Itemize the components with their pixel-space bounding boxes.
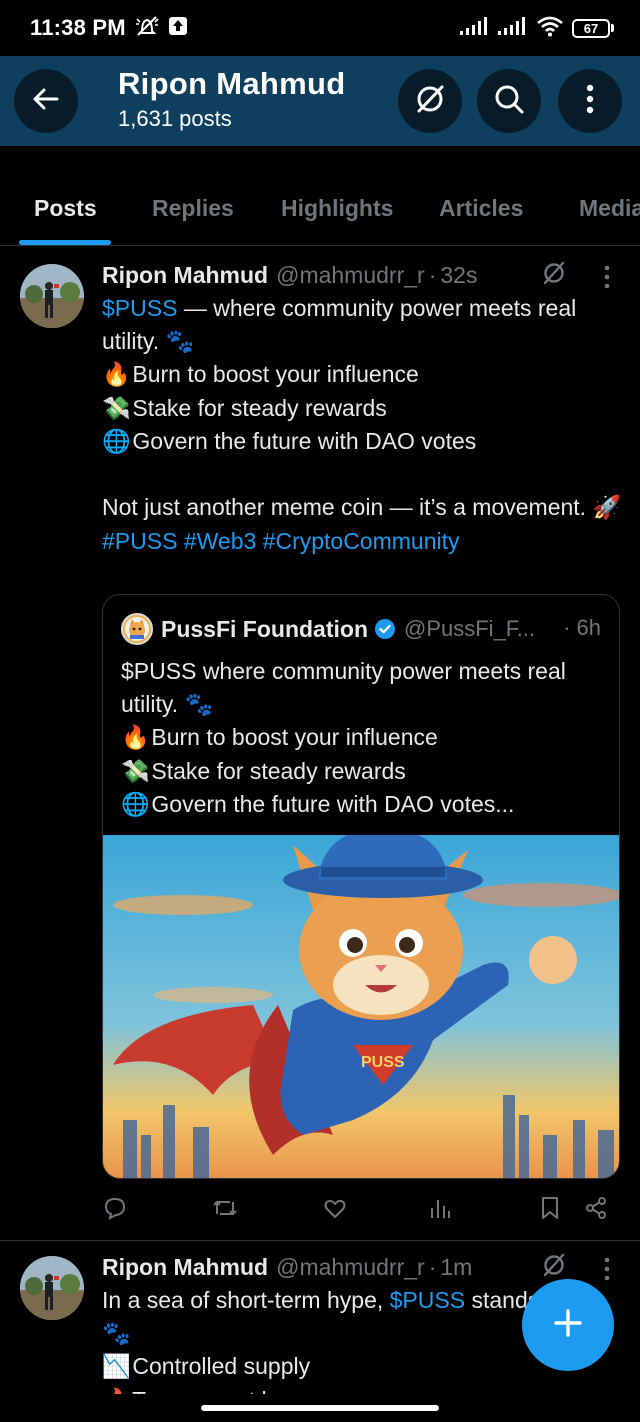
wifi-icon: [536, 15, 564, 42]
mute-icon: [134, 15, 160, 42]
profile-name: Ripon Mahmud: [118, 66, 346, 101]
globe-emoji: 🌐: [121, 792, 150, 818]
post-count: 1,631 posts: [118, 106, 232, 131]
verified-badge-icon: [374, 618, 396, 640]
post-time: 32s: [440, 262, 478, 288]
avatar[interactable]: [20, 264, 84, 328]
globe-emoji: 🌐: [102, 429, 131, 455]
author-handle[interactable]: @mahmudrr_r: [276, 1254, 425, 1281]
profile-header: Ripon Mahmud 1,631 posts: [0, 56, 640, 146]
quote-author-name[interactable]: PussFi Foundation: [161, 616, 368, 643]
grok-icon[interactable]: [541, 260, 567, 291]
views-icon[interactable]: [429, 1196, 451, 1225]
post-text-line: In a sea of short-term hype,: [102, 1287, 390, 1313]
tab-articles[interactable]: Articles: [439, 195, 523, 222]
repost-icon[interactable]: [212, 1196, 238, 1225]
quote-header: PussFi Foundation @PussFi_F...: [121, 613, 535, 645]
bullet-text: Burn to boost your influence: [151, 724, 438, 750]
quote-author-handle[interactable]: @PussFi_F...: [404, 616, 535, 642]
post-text-line: Not just another meme coin — it’s a move…: [102, 494, 587, 520]
back-arrow-icon: [31, 84, 61, 119]
status-time: 11:38 PM: [30, 15, 126, 40]
search-icon: [493, 83, 525, 120]
hashtags[interactable]: #PUSS #Web3 #CryptoCommunity: [102, 525, 622, 558]
bullet-text: Stake for steady rewards: [132, 394, 387, 421]
separator-dot: ·: [428, 262, 437, 288]
bullet-text: Govern the future with DAO votes...: [151, 791, 515, 817]
fire-emoji: 🔥: [121, 725, 150, 751]
chart-down-emoji: 📉: [102, 1354, 131, 1380]
status-bar: 11:38 PM 67: [0, 0, 640, 56]
quote-body: $PUSS where community power meets real u…: [121, 655, 601, 822]
home-indicator[interactable]: [201, 1405, 439, 1411]
profile-tabs: Posts Replies Highlights Articles Media: [0, 180, 640, 246]
bullet-text: Stake for steady rewards: [151, 757, 406, 784]
quote-avatar[interactable]: [121, 613, 153, 645]
grok-button[interactable]: [398, 69, 462, 133]
paw-emoji: 🐾: [102, 1320, 131, 1347]
quote-image[interactable]: PUSS: [103, 827, 619, 1178]
tab-replies[interactable]: Replies: [152, 195, 234, 222]
compose-button[interactable]: [522, 1279, 614, 1371]
more-vertical-icon: [585, 84, 595, 119]
upload-notification-icon: [168, 16, 188, 41]
bookmark-icon[interactable]: [540, 1196, 560, 1225]
quoted-post[interactable]: PussFi Foundation @PussFi_F... · 6h $PUS…: [102, 594, 620, 1179]
money-emoji: 💸: [102, 395, 131, 422]
tab-media[interactable]: Media: [579, 195, 640, 222]
back-button[interactable]: [14, 69, 78, 133]
signal-icon: [498, 16, 528, 40]
post-header: Ripon Mahmud @mahmudrr_r · 32s: [102, 262, 477, 289]
plus-icon: [553, 1308, 583, 1343]
paw-emoji: 🐾: [184, 691, 214, 718]
post-time: 1m: [440, 1254, 473, 1280]
fire-emoji: 🔥: [102, 362, 131, 388]
paw-emoji: 🐾: [165, 328, 195, 355]
search-button[interactable]: [477, 69, 541, 133]
quote-time: · 6h: [563, 615, 601, 640]
tab-highlights[interactable]: Highlights: [281, 195, 393, 222]
bullet-text: Burn to boost your influence: [132, 361, 419, 387]
grok-icon: [413, 82, 447, 121]
separator-dot: ·: [428, 1254, 437, 1280]
author-handle[interactable]: @mahmudrr_r: [276, 262, 425, 289]
share-icon[interactable]: [584, 1196, 608, 1225]
battery-icon: 67: [572, 18, 614, 38]
tab-posts[interactable]: Posts: [34, 195, 97, 222]
reply-icon[interactable]: [103, 1196, 127, 1225]
more-vertical-icon[interactable]: [603, 1257, 611, 1286]
cashtag-link[interactable]: $PUSS: [390, 1287, 465, 1313]
bullet-text: Controlled supply: [132, 1353, 311, 1379]
post-header: Ripon Mahmud @mahmudrr_r · 1m: [102, 1254, 472, 1281]
avatar[interactable]: [20, 1256, 84, 1320]
money-emoji: 💸: [121, 758, 150, 785]
battery-level: 67: [583, 20, 599, 36]
rocket-emoji: 🚀: [592, 495, 622, 521]
author-name[interactable]: Ripon Mahmud: [102, 262, 268, 289]
active-tab-indicator: [19, 240, 111, 245]
like-icon[interactable]: [323, 1196, 347, 1225]
signal-icon: [460, 16, 490, 40]
more-vertical-icon[interactable]: [603, 265, 611, 294]
post-divider: [0, 1240, 640, 1241]
more-button[interactable]: [558, 69, 622, 133]
post-actions: [0, 1192, 640, 1228]
bullet-text: Govern the future with DAO votes: [132, 428, 477, 454]
author-name[interactable]: Ripon Mahmud: [102, 1254, 268, 1281]
post-body: $PUSS — where community power meets real…: [102, 292, 622, 557]
cashtag-link[interactable]: $PUSS: [102, 295, 177, 321]
shirt-logo: PUSS: [361, 1054, 405, 1071]
